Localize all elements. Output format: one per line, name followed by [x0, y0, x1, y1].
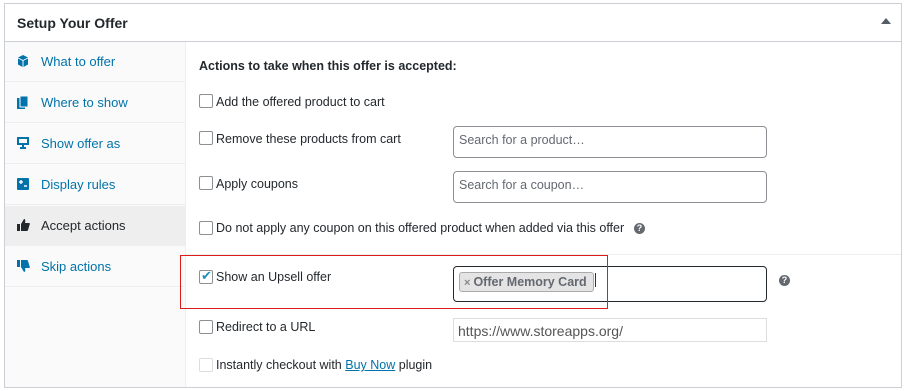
panel-header: Setup Your Offer — [5, 4, 901, 42]
no-coupon-checkbox[interactable] — [199, 221, 213, 235]
buy-now-link[interactable]: Buy Now — [345, 358, 395, 372]
rules-icon — [17, 178, 29, 190]
text-cursor — [595, 273, 596, 287]
coupon-search-input[interactable]: Search for a coupon… — [453, 171, 767, 203]
setup-offer-panel: Setup Your Offer What to offer Where to … — [4, 3, 902, 388]
tab-label: Show offer as — [41, 136, 121, 151]
tab-show-offer-as[interactable]: Show offer as — [5, 124, 185, 164]
section-heading: Actions to take when this offer is accep… — [199, 59, 457, 73]
redirect-label: Redirect to a URL — [216, 320, 316, 334]
help-icon[interactable]: ? — [779, 275, 790, 286]
accept-actions-content: Actions to take when this offer is accep… — [186, 42, 901, 387]
cube-icon — [17, 55, 29, 67]
instant-checkout-label: Instantly checkout with Buy Now plugin — [216, 358, 433, 372]
tab-accept-actions[interactable]: Accept actions — [5, 206, 185, 246]
tab-where-to-show[interactable]: Where to show — [5, 83, 185, 123]
tab-label: Skip actions — [41, 259, 112, 274]
upsell-offer-select[interactable]: × Offer Memory Card — [453, 266, 767, 302]
redirect-url-input[interactable]: https://www.storeapps.org/ — [453, 318, 767, 342]
add-product-label: Add the offered product to cart — [216, 95, 385, 109]
monitor-icon — [17, 137, 29, 149]
checkmark-icon: ✔ — [201, 268, 212, 283]
add-product-checkbox[interactable] — [199, 94, 213, 108]
sidebar: What to offer Where to show Show offer a… — [5, 42, 186, 387]
product-search-input[interactable]: Search for a product… — [453, 126, 767, 158]
section-divider — [186, 254, 901, 255]
tab-label: Accept actions — [41, 218, 126, 233]
remove-products-checkbox[interactable] — [199, 131, 213, 145]
upsell-label: Show an Upsell offer — [216, 270, 332, 284]
tab-skip-actions[interactable]: Skip actions — [5, 247, 185, 287]
pages-icon — [17, 95, 29, 109]
tab-display-rules[interactable]: Display rules — [5, 165, 185, 205]
upsell-checkbox[interactable]: ✔ — [199, 268, 213, 284]
no-coupon-label: Do not apply any coupon on this offered … — [216, 221, 625, 235]
remove-products-label: Remove these products from cart — [216, 132, 401, 146]
redirect-checkbox[interactable] — [199, 320, 213, 334]
apply-coupons-label: Apply coupons — [216, 177, 299, 191]
apply-coupons-checkbox[interactable] — [199, 176, 213, 190]
instant-checkout-checkbox[interactable] — [199, 358, 213, 372]
panel-title: Setup Your Offer — [17, 15, 128, 31]
tab-label: Display rules — [41, 177, 116, 192]
remove-chip-icon[interactable]: × — [464, 277, 470, 289]
selected-offer-chip: × Offer Memory Card — [459, 272, 594, 292]
collapse-toggle-icon[interactable] — [881, 18, 891, 24]
thumbs-up-icon — [17, 219, 30, 231]
help-icon[interactable]: ? — [634, 223, 645, 234]
tab-label: Where to show — [41, 95, 128, 110]
tab-label: What to offer — [41, 54, 116, 69]
thumbs-down-icon — [17, 260, 30, 272]
tab-what-to-offer[interactable]: What to offer — [5, 42, 185, 82]
